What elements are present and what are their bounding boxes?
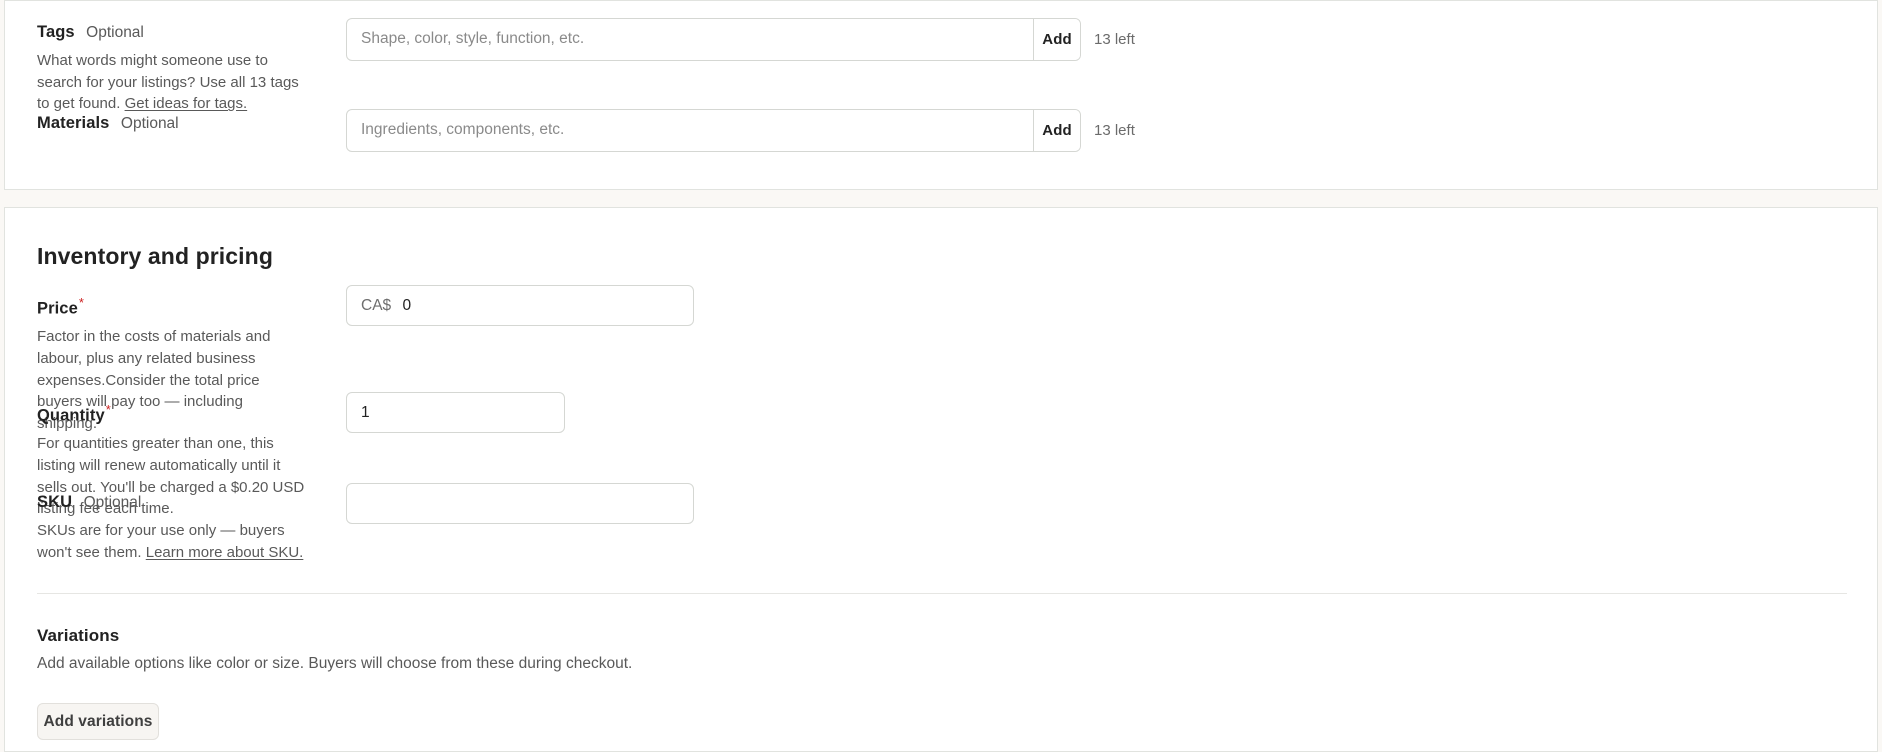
materials-remaining-count: 13 left — [1094, 122, 1135, 139]
tags-materials-card: Tags Optional What words might someone u… — [4, 0, 1878, 190]
variations-title: Variations — [37, 626, 120, 645]
tags-remaining-count: 13 left — [1094, 31, 1135, 48]
tags-input[interactable] — [347, 19, 1033, 58]
materials-label: Materials — [37, 114, 110, 132]
inventory-pricing-card: Inventory and pricing Price* Factor in t… — [4, 207, 1878, 752]
learn-more-about-sku-link[interactable]: Learn more about SKU. — [146, 544, 304, 561]
quantity-input[interactable] — [346, 392, 565, 433]
price-label: Price — [37, 299, 78, 318]
price-currency-prefix: CA$ — [361, 297, 392, 314]
materials-input[interactable] — [347, 110, 1033, 149]
price-input[interactable]: CA$ 0 — [346, 285, 694, 326]
tags-help-text: What words might someone use to search f… — [37, 50, 305, 115]
materials-label-line: Materials Optional — [37, 114, 305, 134]
tags-input-group: Add — [346, 18, 1081, 61]
price-value: 0 — [402, 297, 412, 314]
sku-input[interactable] — [346, 483, 694, 524]
variations-divider — [37, 593, 1847, 594]
sku-optional-badge: Optional — [83, 494, 142, 511]
quantity-label: Quantity — [37, 406, 105, 425]
price-required-marker: * — [78, 295, 84, 310]
variations-description: Add available options like color or size… — [37, 655, 633, 672]
tags-label-line: Tags Optional — [37, 23, 305, 43]
listing-editor-page: Tags Optional What words might someone u… — [0, 0, 1882, 752]
materials-label-column: Materials Optional — [37, 114, 305, 134]
quantity-label-line: Quantity* — [37, 402, 305, 426]
inventory-section-title: Inventory and pricing — [37, 243, 273, 269]
tags-add-button[interactable]: Add — [1033, 19, 1080, 60]
quantity-required-marker: * — [105, 402, 111, 417]
tags-label-column: Tags Optional What words might someone u… — [37, 23, 305, 115]
get-ideas-for-tags-link[interactable]: Get ideas for tags. — [125, 95, 248, 112]
sku-label: SKU — [37, 493, 73, 511]
materials-optional-badge: Optional — [120, 115, 179, 132]
materials-input-group: Add — [346, 109, 1081, 152]
tags-optional-badge: Optional — [86, 24, 144, 41]
tags-label: Tags — [37, 23, 75, 41]
sku-label-line: SKU Optional — [37, 493, 305, 513]
add-variations-button[interactable]: Add variations — [37, 703, 159, 740]
sku-help-text: SKUs are for your use only — buyers won'… — [37, 520, 305, 564]
sku-label-column: SKU Optional SKUs are for your use only … — [37, 493, 305, 563]
materials-add-button[interactable]: Add — [1033, 110, 1080, 151]
price-label-line: Price* — [37, 295, 305, 319]
